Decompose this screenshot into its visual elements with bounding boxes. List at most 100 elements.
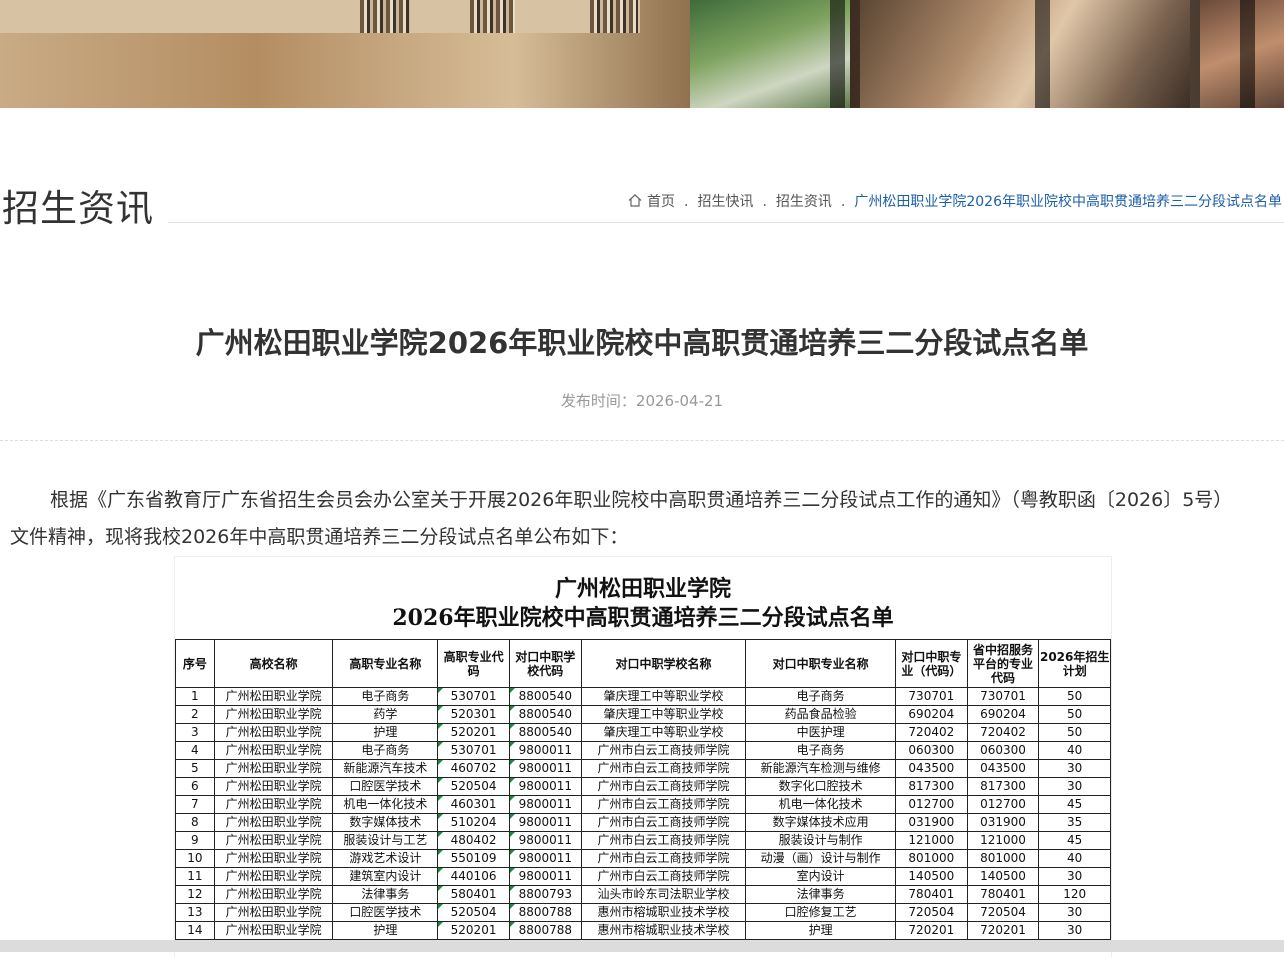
- table-cell: 5: [175, 759, 215, 778]
- table-cell: 550109: [437, 849, 510, 868]
- table-cell: 广州松田职业学院: [213, 723, 334, 742]
- table-row: 9 广州松田职业学院 服装设计与工艺 480402 9800011 广州市白云工商技师学院…: [175, 831, 1111, 850]
- horizontal-scrollbar[interactable]: [0, 940, 1284, 952]
- table-cell: 肇庆理工中等职业学校: [580, 723, 747, 742]
- breadcrumb-separator: .: [762, 194, 767, 210]
- table-cell: 720504: [894, 903, 968, 922]
- table-cell: 室内设计: [745, 867, 896, 886]
- table-cell: 520201: [437, 921, 510, 940]
- table-cell: 广州松田职业学院: [213, 903, 334, 922]
- table-cell: 护理: [745, 921, 896, 940]
- table-row: 8 广州松田职业学院 数字媒体技术 510204 9800011 广州市白云工商技师学院数…: [175, 813, 1111, 832]
- heading-divider: [168, 222, 1284, 223]
- table-cell: 520201: [437, 723, 510, 742]
- table-cell: 9800011: [508, 741, 582, 760]
- table-row: 5 广州松田职业学院 新能源汽车技术 460702 9800011 广州市白云工商技师学院…: [175, 759, 1111, 778]
- table-cell: 8800793: [508, 885, 582, 904]
- table-cell: 8800540: [508, 705, 582, 724]
- breadcrumb-home[interactable]: 首页: [647, 194, 675, 210]
- table-cell: 汕头市岭东司法职业学校: [580, 885, 747, 904]
- banner-books: [590, 0, 638, 33]
- table-cell: 护理: [332, 723, 439, 742]
- table-cell: 9: [175, 831, 215, 850]
- table-cell: 730701: [966, 687, 1040, 706]
- article-title: 广州松田职业学院2026年职业院校中高职贯通培养三二分段试点名单: [195, 326, 1089, 360]
- table-cell: 10: [175, 849, 215, 868]
- table-cell: 广州松田职业学院: [213, 759, 334, 778]
- table-cell: 2: [175, 705, 215, 724]
- publish-date: 2026-04-21: [635, 392, 724, 410]
- table-cell: 广州市白云工商技师学院: [580, 759, 747, 778]
- table-cell: 肇庆理工中等职业学校: [580, 705, 747, 724]
- table-cell: 510204: [437, 813, 510, 832]
- table-cell: 广州松田职业学院: [213, 849, 334, 868]
- table-cell: 数字媒体技术应用: [745, 813, 896, 832]
- table-cell: 广州市白云工商技师学院: [580, 741, 747, 760]
- table-cell: 9800011: [508, 777, 582, 796]
- table-cell: 50: [1038, 687, 1111, 706]
- table-cell: 30: [1038, 867, 1111, 886]
- table-cell: 口腔医学技术: [332, 903, 439, 922]
- table-cell: 480402: [437, 831, 510, 850]
- table-cell: 520301: [437, 705, 510, 724]
- table-cell: 1: [175, 687, 215, 706]
- publish-info: 发布时间：2026-04-21: [0, 390, 1284, 411]
- breadcrumb-item-admissions[interactable]: 招生资讯: [776, 194, 832, 210]
- table-cell: 8800540: [508, 687, 582, 706]
- table-cell: 广州松田职业学院: [213, 885, 334, 904]
- breadcrumb-separator: .: [840, 194, 846, 210]
- table-cell: 060300: [894, 741, 968, 760]
- breadcrumb-item-news[interactable]: 招生快讯: [697, 194, 753, 210]
- table-header-cell: 2026年招生计划: [1038, 639, 1111, 688]
- table-cell: 口腔医学技术: [332, 777, 439, 796]
- article-intro: 根据《广东省教育厅广东省招生会员会办公室关于开展2026年职业院校中高职贯通培养…: [10, 482, 1240, 556]
- table-cell: 043500: [894, 759, 968, 778]
- table-cell: 031900: [894, 813, 968, 832]
- table-header-cell: 高职专业代码: [437, 639, 510, 688]
- table-cell: 9800011: [508, 813, 582, 832]
- table-cell: 电子商务: [332, 741, 439, 760]
- table-cell: 530701: [437, 741, 510, 760]
- table-cell: 新能源汽车技术: [332, 759, 439, 778]
- table-cell: 广州松田职业学院: [213, 867, 334, 886]
- table-cell: 140500: [894, 867, 968, 886]
- table-row: 7 广州松田职业学院 机电一体化技术 460301 9800011 广州市白云工商技师学院…: [175, 795, 1111, 814]
- table-cell: 50: [1038, 723, 1111, 742]
- table-cell: 580401: [437, 885, 510, 904]
- table-cell: 新能源汽车检测与维修: [745, 759, 896, 778]
- table-cell: 50: [1038, 705, 1111, 724]
- table-cell: 720201: [894, 921, 968, 940]
- table-cell: 广州松田职业学院: [213, 705, 334, 724]
- table-cell: 广州松田职业学院: [213, 777, 334, 796]
- table-cell: 30: [1038, 777, 1111, 796]
- table-cell: 730701: [894, 687, 968, 706]
- table-row: 12 广州松田职业学院 法律事务 580401 8800793 汕头市岭东司法职业学校 法律…: [175, 885, 1111, 904]
- intro-text: 根据《广东省教育厅广东省招生会员会办公室关于开展2026年职业院校中高职贯通培养…: [10, 489, 1233, 548]
- table-row: 4 广州松田职业学院 电子商务 530701 9800011 广州市白云工商技师学院 电子商…: [175, 741, 1111, 760]
- table-header-row: 序号 高校名称 高职专业名称 高职专业代码 对口中职学校代码 对口中职学校名称 对口中职专业…: [175, 639, 1111, 688]
- table-cell: 35: [1038, 813, 1111, 832]
- table-cell: 780401: [894, 885, 968, 904]
- table-cell: 惠州市榕城职业技术学校: [580, 903, 747, 922]
- table-cell: 817300: [966, 777, 1040, 796]
- table-cell: 012700: [894, 795, 968, 814]
- table-cell: 12: [175, 885, 215, 904]
- table-header-cell: 高职专业名称: [332, 639, 439, 688]
- table-cell: 45: [1038, 831, 1111, 850]
- table-cell: 440106: [437, 867, 510, 886]
- table-cell: 惠州市榕城职业技术学校: [580, 921, 747, 940]
- table-cell: 30: [1038, 903, 1111, 922]
- table-row: 13 广州松田职业学院 口腔医学技术 520504 8800788 惠州市榕城职业技术学校…: [175, 903, 1111, 922]
- table-cell: 8: [175, 813, 215, 832]
- table-cell: 3: [175, 723, 215, 742]
- breadcrumb-current[interactable]: 广州松田职业学院2026年职业院校中高职贯通培养三二分段试点名单: [854, 194, 1282, 210]
- table-cell: 机电一体化技术: [332, 795, 439, 814]
- table-cell: 广州市白云工商技师学院: [580, 867, 747, 886]
- table-cell: 电子商务: [745, 687, 896, 706]
- table-cell: 720402: [966, 723, 1040, 742]
- table-cell: 药品食品检验: [745, 705, 896, 724]
- table-cell: 043500: [966, 759, 1040, 778]
- table-header-cell: 序号: [175, 639, 215, 688]
- table-cell: 服装设计与工艺: [332, 831, 439, 850]
- pilot-list-table-image: 广州松田职业学院 2026年职业院校中高职贯通培养三二分段试点名单 序号 高校名称…: [174, 556, 1112, 957]
